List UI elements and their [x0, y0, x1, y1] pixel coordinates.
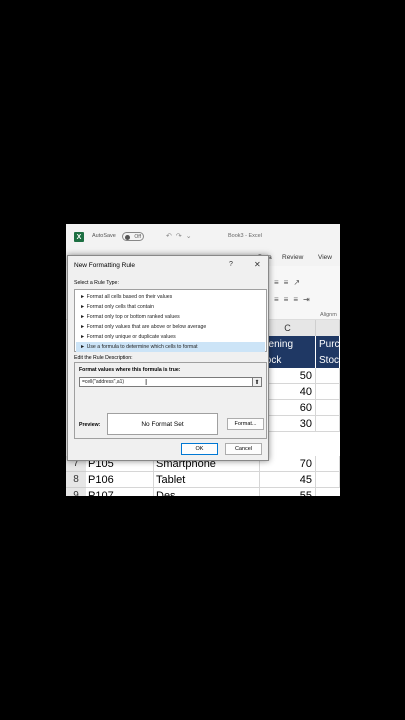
cell-value[interactable]: 55	[260, 488, 316, 496]
rule-description-panel: Format values where this formula is true…	[74, 362, 267, 439]
cancel-button[interactable]: Cancel	[225, 443, 262, 455]
cell-empty[interactable]	[316, 384, 340, 400]
align-middle-icon[interactable]: ≡	[284, 278, 294, 287]
rule-type-item[interactable]: ► Format only top or bottom ranked value…	[76, 312, 265, 322]
rule-type-item-selected[interactable]: ► Use a formula to determine which cells…	[76, 342, 265, 352]
ok-button[interactable]: OK	[181, 443, 218, 455]
cell-empty[interactable]	[316, 472, 340, 488]
cell-empty[interactable]	[316, 368, 340, 384]
rule-type-item[interactable]: ► Format only unique or duplicate values	[76, 332, 265, 342]
cell-empty[interactable]	[316, 456, 340, 472]
cell-product-name[interactable]: Des	[154, 488, 260, 496]
cell-empty[interactable]	[316, 416, 340, 432]
tab-review[interactable]: Review	[282, 254, 303, 261]
autosave-toggle[interactable]: Off	[122, 232, 144, 241]
align-left-icon[interactable]: ≡	[274, 295, 284, 304]
edit-rule-description-label: Edit the Rule Description:	[74, 355, 133, 361]
header-cell-purchase-1[interactable]: Purc	[316, 336, 340, 352]
align-right-icon[interactable]: ≡	[293, 295, 303, 304]
row-header[interactable]: 8	[66, 472, 86, 488]
document-title: Book3 - Excel	[228, 233, 262, 239]
align-center-icon[interactable]: ≡	[284, 295, 294, 304]
text-cursor-icon: I	[145, 378, 148, 387]
select-rule-type-label: Select a Rule Type:	[74, 280, 119, 286]
cell-empty[interactable]	[316, 400, 340, 416]
excel-logo-icon: X	[74, 232, 84, 242]
chevron-down-icon[interactable]: ⌄	[186, 233, 196, 240]
column-header-d[interactable]	[316, 320, 340, 336]
rule-type-list[interactable]: ► Format all cells based on their values…	[74, 289, 267, 352]
preview-label: Preview:	[79, 422, 101, 428]
cell-product-name[interactable]: Tablet	[154, 472, 260, 488]
tab-view[interactable]: View	[318, 254, 332, 261]
header-cell-purchase-2[interactable]: Stoc	[316, 352, 340, 368]
cell-value[interactable]: 45	[260, 472, 316, 488]
quick-access-toolbar[interactable]: ↶↷⌄	[166, 232, 196, 240]
rule-type-item[interactable]: ► Format only values that are above or b…	[76, 322, 265, 332]
row-header[interactable]: 9	[66, 488, 86, 496]
orientation-icon[interactable]: ↗	[293, 278, 305, 287]
new-formatting-rule-dialog: New Formatting Rule ? ✕ Select a Rule Ty…	[67, 255, 269, 461]
close-icon[interactable]: ✕	[254, 260, 261, 269]
alignment-icons[interactable]: ≡≡↗ ≡≡≡⇥	[274, 274, 315, 308]
align-top-icon[interactable]: ≡	[274, 278, 284, 287]
rule-type-item[interactable]: ► Format only cells that contain	[76, 302, 265, 312]
title-bar: X AutoSave Off ↶↷⌄ Book3 - Excel	[66, 224, 340, 250]
rule-type-item[interactable]: ► Format all cells based on their values	[76, 292, 265, 302]
redo-icon[interactable]: ↷	[176, 233, 186, 240]
dialog-title: New Formatting Rule	[74, 262, 136, 269]
formula-label: Format values where this formula is true…	[79, 367, 181, 373]
autosave-label: AutoSave	[92, 233, 116, 239]
collapse-dialog-button[interactable]: ⬆	[252, 377, 262, 387]
undo-icon[interactable]: ↶	[166, 233, 176, 240]
cell-product-id[interactable]: P106	[86, 472, 154, 488]
preview-box: No Format Set	[107, 413, 218, 435]
arrow-up-icon: ⬆	[254, 379, 260, 386]
alignment-group-label: Alignm	[320, 312, 337, 318]
cell-product-id[interactable]: P107	[86, 488, 154, 496]
indent-icon[interactable]: ⇥	[303, 295, 315, 304]
format-button[interactable]: Format...	[227, 418, 264, 430]
help-icon[interactable]: ?	[229, 261, 233, 268]
formula-input[interactable]: =cell("address",a1)	[79, 377, 262, 387]
